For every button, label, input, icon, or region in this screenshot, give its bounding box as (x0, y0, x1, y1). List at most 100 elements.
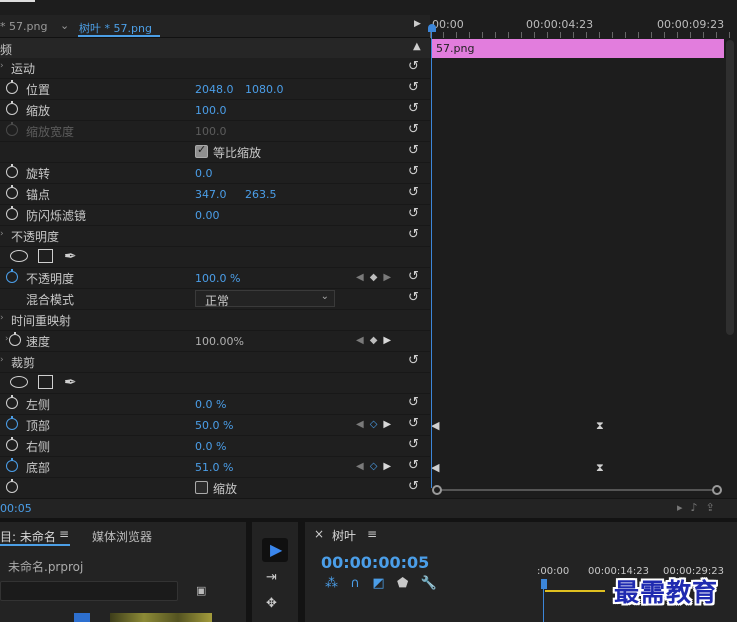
reset-icon[interactable]: ↺ (408, 479, 419, 494)
ellipse-mask-icon[interactable] (10, 250, 28, 262)
row-time-remap[interactable]: › 时间重映射 (0, 310, 430, 331)
linked-selection-icon[interactable]: ◩ (372, 576, 384, 591)
keyframe-marker[interactable]: ◀ (431, 461, 439, 474)
anti-flicker-value[interactable]: 0.00 (195, 209, 220, 222)
tab-project[interactable]: 目: 未命名 (0, 528, 56, 545)
reset-icon[interactable]: ↺ (408, 416, 419, 431)
stopwatch-icon[interactable] (6, 395, 18, 409)
stopwatch-icon[interactable] (6, 101, 18, 115)
stopwatch-icon[interactable] (6, 206, 18, 220)
position-x[interactable]: 2048.0 (195, 83, 234, 96)
track-select-icon[interactable]: ⇥ (266, 570, 277, 585)
crop-left-value[interactable]: 0.0 % (195, 398, 226, 411)
twirl-icon[interactable]: › (0, 355, 4, 365)
row-motion[interactable]: › 运动 ↺ (0, 58, 430, 79)
blend-mode-select[interactable]: 正常 ⌄ (195, 290, 335, 308)
new-bin-icon[interactable]: ▣ (196, 584, 206, 597)
sequence-playhead-handle[interactable] (541, 579, 547, 589)
reset-icon[interactable]: ↺ (408, 290, 419, 305)
rotation-value[interactable]: 0.0 (195, 167, 213, 180)
pen-mask-icon[interactable]: ✒ (64, 373, 77, 391)
timeline-ruler[interactable]: 00:00 00:00:04:23 00:00:09:23 (430, 15, 737, 38)
opacity-value[interactable]: 100.0 % (195, 272, 240, 285)
clip-thumbnail[interactable] (110, 613, 212, 622)
reset-icon[interactable]: ↺ (408, 269, 419, 284)
keyframe-nav[interactable]: ◀◆▶ (356, 335, 397, 346)
uniform-scale-checkbox[interactable] (195, 143, 208, 158)
crop-top-value[interactable]: 50.0 % (195, 419, 233, 432)
playhead-handle[interactable] (428, 24, 436, 32)
sequence-timecode[interactable]: 00:00:00:05 (321, 553, 429, 572)
keyframe-nav[interactable]: ◀◇▶ (356, 461, 397, 472)
pen-mask-icon[interactable]: ✒ (64, 247, 77, 265)
crop-right-value[interactable]: 0.0 % (195, 440, 226, 453)
vertical-scrollbar[interactable] (726, 40, 734, 335)
sequence-playhead[interactable] (543, 579, 544, 622)
play-icon[interactable]: ▶ (414, 19, 421, 29)
stopwatch-icon[interactable] (6, 437, 18, 451)
anchor-y[interactable]: 263.5 (245, 188, 277, 201)
keyframe-marker[interactable]: ⧗ (596, 419, 604, 433)
export-icon[interactable]: ⇪ (706, 501, 723, 514)
stopwatch-icon[interactable] (6, 164, 18, 178)
reset-icon[interactable]: ↺ (408, 80, 419, 95)
speed-value[interactable]: 100.00% (195, 335, 244, 348)
chevron-down-icon[interactable]: ⌄ (60, 19, 69, 32)
row-opacity-section[interactable]: › 不透明度 ↺ (0, 226, 430, 247)
ripple-edit-icon[interactable]: ✥ (266, 596, 277, 611)
reset-icon[interactable]: ↺ (408, 59, 419, 74)
stopwatch-icon[interactable] (6, 479, 18, 493)
reset-icon[interactable]: ↺ (408, 122, 419, 137)
stopwatch-icon[interactable] (9, 332, 21, 346)
reset-icon[interactable]: ↺ (408, 437, 419, 452)
panel-menu-icon[interactable]: ≡ (367, 527, 377, 541)
keyframe-marker[interactable]: ⧗ (596, 461, 604, 475)
position-y[interactable]: 1080.0 (245, 83, 284, 96)
filter-audio-icon[interactable]: ▸♪ (677, 501, 706, 514)
rectangle-mask-icon[interactable] (38, 375, 53, 389)
reset-icon[interactable]: ↺ (408, 458, 419, 473)
reset-icon[interactable]: ↺ (408, 164, 419, 179)
crop-bottom-value[interactable]: 51.0 % (195, 461, 233, 474)
ellipse-mask-icon[interactable] (10, 376, 28, 388)
anchor-x[interactable]: 347.0 (195, 188, 227, 201)
horizontal-scrollbar[interactable] (432, 485, 722, 495)
stopwatch-icon[interactable] (6, 185, 18, 199)
rectangle-mask-icon[interactable] (38, 249, 53, 263)
scrollbar-handle-right[interactable] (712, 485, 722, 495)
work-area-bar[interactable] (545, 590, 605, 592)
keyframe-nav[interactable]: ◀◇▶ (356, 419, 397, 430)
close-icon[interactable]: × (314, 527, 324, 541)
panel-menu-icon[interactable]: ≡ (59, 527, 69, 541)
twirl-icon[interactable]: › (0, 61, 4, 71)
search-input[interactable] (0, 581, 178, 601)
reset-icon[interactable]: ↺ (408, 185, 419, 200)
twirl-icon[interactable]: › (0, 229, 4, 239)
stopwatch-icon[interactable] (6, 416, 18, 430)
current-time[interactable]: 00:05 (0, 502, 32, 515)
reset-icon[interactable]: ↺ (408, 143, 419, 158)
selection-tool[interactable]: ▶ (262, 538, 288, 562)
tab-media-browser[interactable]: 媒体浏览器 (92, 528, 152, 545)
nest-icon[interactable]: ⁂ (325, 576, 338, 591)
tab-source[interactable]: * 57.png (0, 20, 47, 33)
marker-icon[interactable]: ⬟ (397, 576, 408, 591)
scrollbar-handle-left[interactable] (432, 485, 442, 495)
wrench-icon[interactable]: 🔧 (421, 576, 437, 591)
row-crop-section[interactable]: › 裁剪 ↺ (0, 352, 430, 373)
zoom-checkbox[interactable] (195, 481, 208, 494)
scale-value[interactable]: 100.0 (195, 104, 227, 117)
keyframe-timeline-area[interactable] (430, 58, 737, 486)
keyframe-nav[interactable]: ◀◆▶ (356, 272, 397, 283)
clip-bar[interactable]: 57.png (432, 39, 724, 58)
playhead[interactable] (431, 28, 432, 488)
reset-icon[interactable]: ↺ (408, 227, 419, 242)
reset-icon[interactable]: ↺ (408, 206, 419, 221)
reset-icon[interactable]: ↺ (408, 395, 419, 410)
snap-icon[interactable]: ∩ (350, 576, 360, 591)
tab-sequence[interactable]: 树叶 (332, 527, 356, 544)
stopwatch-icon[interactable] (6, 269, 18, 283)
twirl-icon[interactable]: › (0, 313, 4, 323)
reset-icon[interactable]: ↺ (408, 101, 419, 116)
tab-effect-controls[interactable]: 树叶 * 57.png (79, 20, 152, 36)
